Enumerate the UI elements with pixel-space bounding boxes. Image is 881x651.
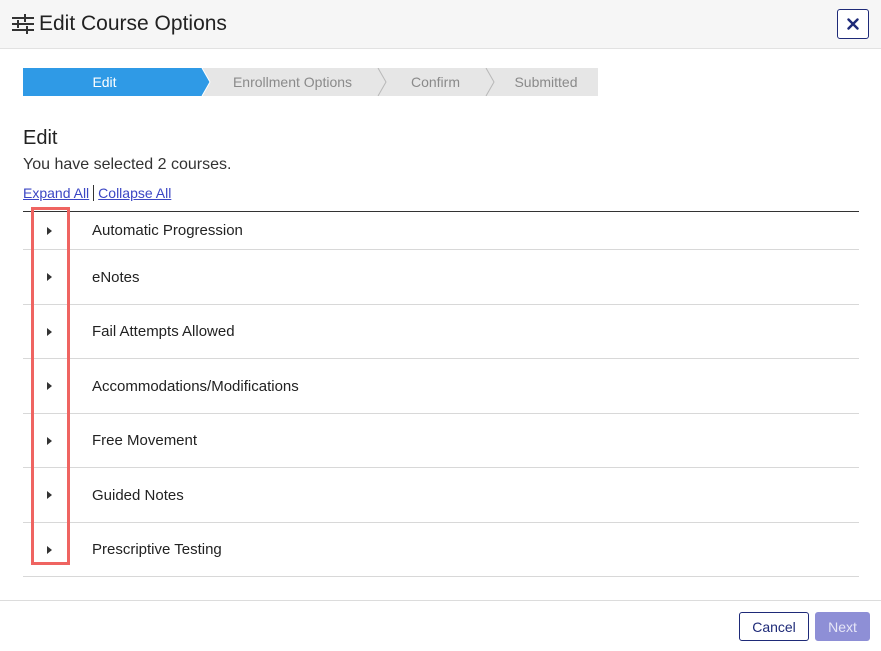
caret-right-icon[interactable] [47,382,52,390]
option-label: Prescriptive Testing [92,541,222,558]
step-enrollment-options: Enrollment Options [232,74,353,90]
sliders-icon [12,14,34,34]
option-row-enotes[interactable]: eNotes [23,250,859,305]
footer-divider [0,600,881,601]
step-confirm: Confirm [410,74,460,90]
dialog-header: Edit Course Options [0,0,881,49]
option-row-free-movement[interactable]: Free Movement [23,414,859,468]
option-label: Accommodations/Modifications [92,377,299,395]
expand-collapse-links: Expand All Collapse All [23,185,171,201]
option-row-fail-attempts[interactable]: Fail Attempts Allowed [23,305,859,359]
close-button[interactable] [837,9,869,39]
options-list: Automatic Progression eNotes Fail Attemp… [23,211,859,577]
option-label: Automatic Progression [92,222,243,239]
dialog-title: Edit Course Options [39,12,227,35]
step-edit: Edit [92,74,117,90]
selection-summary: You have selected 2 courses. [23,156,232,173]
caret-right-icon[interactable] [47,327,52,336]
caret-right-icon[interactable] [47,545,52,554]
cancel-button[interactable]: Cancel [739,612,809,641]
option-label: Free Movement [92,432,198,449]
caret-right-icon[interactable] [47,491,52,499]
option-row-accommodations[interactable]: Accommodations/Modifications [23,359,859,414]
caret-right-icon[interactable] [47,226,52,235]
option-row-guided-notes[interactable]: Guided Notes [23,468,859,523]
collapse-all-link[interactable]: Collapse All [98,185,171,201]
stepper: Edit Enrollment Options Confirm Submitte… [23,68,598,96]
caret-right-icon[interactable] [47,436,52,445]
expand-all-link[interactable]: Expand All [23,185,89,201]
step-submitted: Submitted [514,74,578,90]
option-row-prescriptive-testing[interactable]: Prescriptive Testing [23,523,859,577]
option-label: Guided Notes [92,486,184,504]
option-label: Fail Attempts Allowed [92,323,235,340]
link-divider [93,185,95,201]
section-title: Edit [23,127,58,149]
caret-right-icon[interactable] [47,273,52,281]
close-icon [847,18,859,30]
next-button[interactable]: Next [815,612,870,641]
option-row-automatic-progression[interactable]: Automatic Progression [23,212,859,250]
option-label: eNotes [92,268,140,286]
